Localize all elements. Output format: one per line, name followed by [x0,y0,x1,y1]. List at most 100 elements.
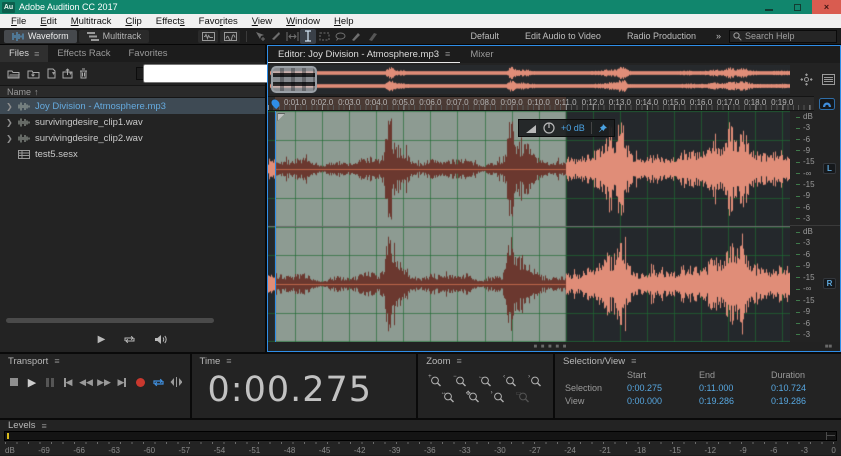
zoom-out-full-button[interactable]: ← [477,374,494,387]
display-options-icon[interactable] [822,74,835,85]
panel-menu-icon[interactable]: ≡ [34,49,39,59]
hud-gain-value[interactable]: +0 dB [561,123,585,133]
move-to-previous-button[interactable]: ◀ [62,376,74,388]
pause-button[interactable] [44,376,56,388]
panel-menu-icon[interactable]: ≡ [54,356,59,366]
channel-badge-R[interactable]: R [823,278,836,289]
zoom-out-horizontal-button[interactable]: − [452,374,469,387]
rewind-button[interactable]: ◀◀ [80,376,92,388]
lasso-selection-tool[interactable] [332,29,348,44]
amplitude-axis[interactable]: dB-3-6-9-15-∞-15-9-6-3LdB-3-6-9-15-∞-15-… [790,111,840,342]
multitrack-view-button[interactable]: Multitrack [79,30,150,43]
zoom-in-at-out-point-button[interactable]: › [527,374,544,387]
timeline-ruler[interactable]: 0:01.00:02.00:03.00:04.00:05.00:06.00:07… [268,96,814,111]
overview-strip[interactable] [270,65,790,94]
play-button[interactable]: ▶ [26,376,38,388]
volume-hud[interactable]: +0 dB [518,119,615,137]
time-display[interactable]: 0:00.275 [192,368,417,410]
tab-mixer[interactable]: Mixer [460,46,503,63]
menu-effects[interactable]: Effects [149,16,192,27]
panel-menu-icon[interactable]: ≡ [457,356,462,366]
minimize-button[interactable] [754,0,783,14]
files-name-header[interactable]: Name ↑ [0,85,265,98]
workspace-edit-audio-to-video[interactable]: Edit Audio to Video [513,31,613,41]
zoom-navigator-handle[interactable] [271,66,317,93]
export-button[interactable]: ▾ [62,68,72,79]
sv-value[interactable]: 0:00.275 [627,383,699,393]
vertical-zoom-button[interactable] [814,96,840,111]
zoom-in-horizontal-button[interactable]: + [427,374,444,387]
record-button[interactable] [134,376,146,388]
menu-edit[interactable]: Edit [33,16,63,27]
menu-favorites[interactable]: Favorites [192,16,245,27]
open-file-button[interactable] [7,69,20,79]
sv-value[interactable]: 0:11.000 [699,383,771,393]
menu-view[interactable]: View [245,16,279,27]
file-row[interactable]: ❯survivingdesire_clip1.wav [0,114,265,130]
zoom-in-at-in-point-button[interactable]: ‹ [502,374,519,387]
tab-effects-rack[interactable]: Effects Rack [48,45,119,62]
menu-help[interactable]: Help [327,16,361,27]
pan-zoom-icon[interactable] [800,73,813,86]
files-horizontal-scrollbar[interactable] [6,318,259,324]
menu-file[interactable]: File [4,16,33,27]
delete-button[interactable] [79,68,88,79]
menu-multitrack[interactable]: Multitrack [64,16,119,27]
razor-tool[interactable] [268,29,284,44]
time-selection-tool[interactable] [300,29,316,44]
expand-chevron-icon[interactable]: ❯ [6,134,13,143]
import-file-button[interactable] [27,69,40,79]
menu-clip[interactable]: Clip [118,16,148,27]
close-button[interactable]: × [812,0,841,14]
workspace-default[interactable]: Default [459,31,512,41]
zoom-reset-button[interactable]: ✥ [465,390,482,403]
sv-value[interactable]: 0:19.286 [771,396,841,406]
tab-files[interactable]: Files ≡ [0,45,48,62]
tab-favorites[interactable]: Favorites [119,45,176,62]
show-spectral-button[interactable] [220,30,240,43]
move-to-next-button[interactable]: ▶ [116,376,128,388]
waveform-view-button[interactable]: Waveform [4,30,77,43]
tab-editor[interactable]: Editor: Joy Division - Atmosphere.mp3 ≡ [268,46,460,63]
playhead-line[interactable] [275,111,276,342]
move-tool[interactable] [252,29,268,44]
new-file-button[interactable]: ▾ [47,68,55,79]
menu-window[interactable]: Window [279,16,327,27]
help-search-input[interactable] [745,31,833,41]
skip-selection-button[interactable] [170,376,182,388]
panel-menu-icon[interactable]: ≡ [41,421,46,431]
workspace-overflow-button[interactable]: » [710,31,727,41]
workspace-radio-production[interactable]: Radio Production [615,31,708,41]
stop-button[interactable] [8,376,20,388]
panel-menu-icon[interactable]: ≡ [631,356,636,366]
zoom-in-at-playhead-button[interactable]: › [490,390,507,403]
panel-menu-icon[interactable]: ≡ [226,356,231,366]
slip-tool[interactable] [284,29,300,44]
sv-value[interactable]: 0:19.286 [699,396,771,406]
level-meter[interactable] [4,431,837,441]
file-row[interactable]: test5.sesx [0,146,265,162]
panel-menu-icon[interactable]: ≡ [445,49,450,59]
sv-value[interactable]: 0:10.724 [771,383,841,393]
spot-healing-brush-tool[interactable] [364,29,380,44]
expand-chevron-icon[interactable]: ❯ [6,102,13,111]
maximize-button[interactable] [783,0,812,14]
gain-knob-icon[interactable] [543,122,555,134]
preview-autoplay-button[interactable] [154,334,167,345]
zoom-selection-disabled-button[interactable]: ▭ [515,390,532,403]
sv-value[interactable]: 0:00.000 [627,396,699,406]
pin-icon[interactable] [598,123,608,133]
marquee-selection-tool[interactable] [316,29,332,44]
expand-chevron-icon[interactable]: ❯ [6,118,13,127]
preview-loop-button[interactable] [123,334,136,345]
preview-play-button[interactable]: ▶ [98,334,106,345]
zoom-to-selection-button[interactable]: ↔ [440,390,457,403]
show-waveform-button[interactable] [198,30,218,43]
waveform-display[interactable] [268,111,790,342]
scrollbar-thumb[interactable] [6,318,214,323]
paintbrush-selection-tool[interactable] [348,29,364,44]
file-row[interactable]: ❯survivingdesire_clip2.wav [0,130,265,146]
channel-badge-L[interactable]: L [823,163,836,174]
loop-playback-button[interactable] [152,376,164,388]
file-row[interactable]: ❯Joy Division - Atmosphere.mp3 [0,98,265,114]
